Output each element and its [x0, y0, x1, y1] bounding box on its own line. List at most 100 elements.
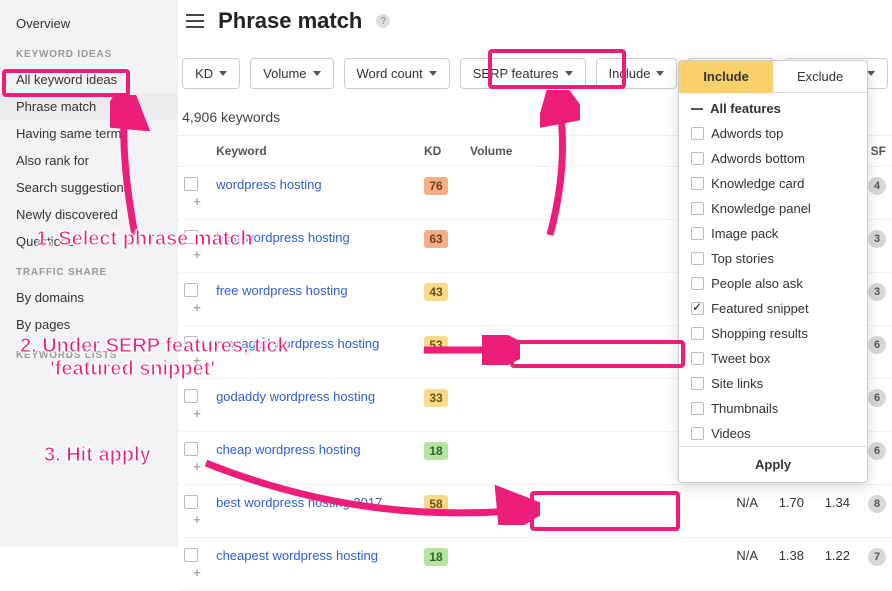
sidebar-section-traffic-share: TRAFFIC SHARE [0, 255, 177, 284]
row-checkbox[interactable] [184, 283, 198, 297]
dropdown-option[interactable]: Thumbnails [679, 396, 867, 421]
col-kd[interactable]: KD [418, 136, 464, 167]
checkbox-icon [691, 227, 704, 240]
dropdown-tab-exclude[interactable]: Exclude [773, 61, 867, 93]
add-icon[interactable]: + [190, 566, 204, 580]
row-checkbox[interactable] [184, 548, 198, 562]
dropdown-option[interactable]: Featured snippet [679, 296, 867, 321]
row-checkbox[interactable] [184, 336, 198, 350]
row-checkbox[interactable] [184, 389, 198, 403]
filter-volume[interactable]: Volume [250, 58, 333, 89]
sidebar-item[interactable]: By domains [0, 284, 177, 311]
keyword-link[interactable]: free wordpress hosting [216, 283, 348, 298]
checkbox-icon [691, 177, 704, 190]
add-icon[interactable]: + [190, 354, 204, 368]
sidebar-item-overview[interactable]: Overview [0, 10, 177, 37]
kd-badge: 18 [424, 442, 448, 460]
dropdown-tab-include[interactable]: Include [679, 61, 773, 93]
checkbox-icon [691, 152, 704, 165]
row-checkbox[interactable] [184, 177, 198, 191]
kd-badge: 76 [424, 177, 448, 195]
dropdown-option[interactable]: Knowledge card [679, 171, 867, 196]
chevron-down-icon [867, 71, 875, 76]
sidebar: Overview KEYWORD IDEAS All keyword ideas… [0, 0, 178, 547]
add-icon[interactable]: + [190, 407, 204, 421]
sf-badge: 3 [868, 283, 886, 301]
chevron-down-icon [656, 71, 664, 76]
checkbox-icon [691, 377, 704, 390]
row-checkbox[interactable] [184, 442, 198, 456]
checkbox-icon [691, 352, 704, 365]
cpc-cell: N/A [704, 538, 764, 591]
chevron-down-icon [219, 71, 227, 76]
chevron-down-icon [565, 71, 573, 76]
sidebar-item[interactable]: Search suggestions [0, 174, 177, 201]
dropdown-option[interactable]: People also ask [679, 271, 867, 296]
cpc-cell: N/A [704, 485, 764, 538]
add-icon[interactable]: + [190, 301, 204, 315]
sf-badge: 3 [868, 230, 886, 248]
keyword-link[interactable]: wordpress hosting [216, 177, 322, 192]
dropdown-option[interactable]: Site links [679, 371, 867, 396]
keyword-link[interactable]: cheap wordpress hosting [216, 442, 361, 457]
col-keyword[interactable]: Keyword [210, 136, 418, 167]
checkbox-icon [691, 402, 704, 415]
help-icon[interactable]: ? [376, 14, 390, 28]
sidebar-item[interactable]: Having same terms [0, 120, 177, 147]
filter-include[interactable]: Include [596, 58, 678, 89]
sidebar-item[interactable]: Newly discovered [0, 201, 177, 228]
row-checkbox[interactable] [184, 230, 198, 244]
checkbox-icon [691, 127, 704, 140]
sf-badge: 6 [868, 442, 886, 460]
kd-badge: 43 [424, 283, 448, 301]
add-icon[interactable]: + [190, 248, 204, 262]
kd-badge: 63 [424, 230, 448, 248]
dropdown-option[interactable]: Adwords top [679, 121, 867, 146]
cps-cell: 1.70 [764, 485, 810, 538]
minus-icon [691, 108, 703, 110]
checkbox-icon [691, 277, 704, 290]
filter-kd[interactable]: KD [182, 58, 240, 89]
sidebar-item[interactable]: Questions [0, 228, 177, 255]
sf-badge: 8 [868, 495, 886, 513]
filter-serp-features[interactable]: SERP features [460, 58, 586, 89]
checkbox-icon [691, 427, 704, 440]
col-volume[interactable]: Volume [464, 136, 704, 167]
kd-badge: 58 [424, 495, 448, 513]
hamburger-icon[interactable] [186, 14, 204, 28]
dropdown-option[interactable]: Image pack [679, 221, 867, 246]
filter-word-count[interactable]: Word count [344, 58, 450, 89]
sf-badge: 7 [868, 548, 886, 566]
dropdown-all-features[interactable]: All features [679, 93, 867, 121]
dropdown-option[interactable]: Tweet box [679, 346, 867, 371]
table-row: + best wordpress hosting 2017 58 N/A1.701.3… [178, 485, 892, 538]
sidebar-item[interactable]: Phrase match [0, 93, 177, 120]
dropdown-option[interactable]: Top stories [679, 246, 867, 271]
sf-badge: 6 [868, 389, 886, 407]
row-checkbox[interactable] [184, 495, 198, 509]
keyword-link[interactable]: godaddy wordpress hosting [216, 389, 375, 404]
rr-cell: 1.34 [810, 485, 856, 538]
cps-cell: 1.38 [764, 538, 810, 591]
dropdown-option[interactable]: Adwords bottom [679, 146, 867, 171]
sidebar-item[interactable]: By pages [0, 311, 177, 338]
sidebar-item[interactable]: All keyword ideas [0, 66, 177, 93]
add-icon[interactable]: + [190, 195, 204, 209]
sf-badge: 4 [868, 177, 886, 195]
sidebar-item[interactable]: Also rank for [0, 147, 177, 174]
add-icon[interactable]: + [190, 513, 204, 527]
keyword-link[interactable]: cheapest wordpress hosting [216, 548, 378, 563]
dropdown-option[interactable]: Knowledge panel [679, 196, 867, 221]
add-icon[interactable]: + [190, 460, 204, 474]
keyword-link[interactable]: best wordpress hosting [216, 230, 350, 245]
rr-cell: 1.22 [810, 538, 856, 591]
sidebar-section-keyword-ideas: KEYWORD IDEAS [0, 37, 177, 66]
sf-badge: 6 [868, 336, 886, 354]
checkbox-icon [691, 302, 704, 315]
keyword-link[interactable]: managed wordpress hosting [216, 336, 379, 351]
dropdown-option[interactable]: Videos [679, 421, 867, 446]
keyword-link[interactable]: best wordpress hosting 2017 [216, 495, 382, 510]
checkbox-icon [691, 252, 704, 265]
dropdown-option[interactable]: Shopping results [679, 321, 867, 346]
apply-button[interactable]: Apply [679, 446, 867, 482]
